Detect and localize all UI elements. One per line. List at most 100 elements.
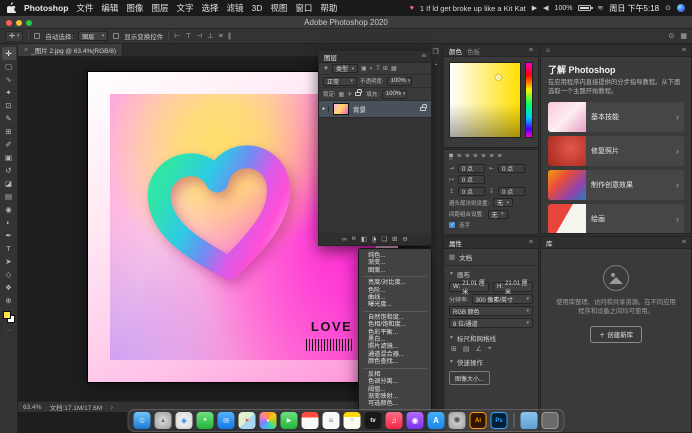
dock-icon-reminders[interactable] (322, 412, 340, 429)
menu-item-levels[interactable]: 色阶... (359, 287, 431, 294)
dock-icon-safari[interactable] (175, 412, 193, 429)
justify-last-center-button[interactable]: ≡ (481, 153, 485, 160)
apple-menu-icon[interactable] (6, 1, 17, 15)
menu-layer[interactable]: 图层 (151, 2, 168, 14)
menu-item-pattern[interactable]: 图案... (359, 267, 431, 274)
document-tab[interactable]: × _图片 2.jpg @ 63.4%(RGB/8) (18, 44, 124, 56)
current-tool-icon[interactable]: ✛ ▾ (5, 30, 24, 42)
hue-slider[interactable] (525, 62, 533, 138)
dock-icon-mail[interactable] (217, 412, 235, 429)
zoom-tool[interactable]: ⊕ (2, 294, 16, 307)
path-selection-tool[interactable]: ➤ (2, 255, 16, 268)
shape-tool[interactable]: ◇ (2, 268, 16, 281)
color-mode-dropdown[interactable]: RGB 颜色 (449, 306, 533, 316)
collapsed-panel-icon-2[interactable]: ◔ (433, 62, 437, 69)
auto-select-checkbox[interactable] (34, 33, 41, 39)
justify-all-button[interactable]: ≡ (498, 153, 502, 160)
dock-icon-system-preferences[interactable] (448, 412, 466, 429)
distribute-v-icon[interactable]: ∥ (228, 32, 232, 40)
color-swatches[interactable] (2, 311, 15, 323)
space-after-field[interactable]: 0 点 (498, 186, 526, 196)
canvas-width-field[interactable]: W: 21.01 厘米 (449, 281, 489, 296)
dock-icon-calendar[interactable] (301, 412, 319, 429)
dock-icon-app-store[interactable] (427, 412, 445, 429)
justify-last-right-button[interactable]: ≡ (489, 153, 493, 160)
show-transform-checkbox[interactable] (113, 33, 120, 39)
dock-icon-photoshop[interactable] (490, 412, 508, 429)
mojikumi-dropdown[interactable]: 无 (487, 209, 508, 219)
dock-icon-launchpad[interactable] (154, 412, 172, 429)
indent-left-field[interactable]: 0 点 (458, 163, 486, 173)
tab-color[interactable]: 颜色 (449, 46, 462, 56)
dock-icon-photos[interactable] (259, 412, 277, 429)
search-icon[interactable]: ⊙ (669, 32, 675, 40)
battery-icon[interactable] (578, 5, 594, 11)
link-layers-icon[interactable]: ∞ (342, 236, 347, 243)
menubar-app-name[interactable]: Photoshop (24, 3, 68, 13)
delete-layer-icon[interactable]: ⊖ (402, 235, 407, 243)
menu-item-brightness-contrast[interactable]: 亮度/对比度... (359, 279, 431, 286)
zoom-level[interactable]: 63.4% (23, 404, 41, 411)
align-left-button[interactable]: ≡ (449, 153, 454, 160)
tab-properties[interactable]: 属性 (449, 238, 462, 248)
dock-icon-illustrator[interactable] (469, 412, 487, 429)
panel-menu-icon[interactable]: ≡ (682, 47, 686, 54)
pen-tool[interactable]: ✒ (2, 229, 16, 242)
menu-item-photo-filter[interactable]: 照片滤镜... (359, 343, 431, 350)
tutorial-card-effects[interactable]: 制作创意效果 › (548, 169, 684, 200)
new-adjustment-layer-icon[interactable]: ◑ (372, 235, 377, 243)
menu-item-invert[interactable]: 反相 (359, 371, 431, 378)
menu-select[interactable]: 选择 (201, 2, 218, 14)
bit-depth-dropdown[interactable]: 8 位/通道 (449, 318, 533, 328)
filter-type-layers-icon[interactable]: T (376, 66, 380, 72)
menu-file[interactable]: 文件 (76, 2, 93, 14)
lock-all-icon[interactable] (355, 89, 362, 97)
panel-menu-icon[interactable]: ≡ (422, 53, 426, 60)
menu-window[interactable]: 窗口 (295, 2, 312, 14)
menu-help[interactable]: 帮助 (320, 2, 337, 14)
layer-name[interactable]: 背景 (353, 104, 416, 114)
dock-icon-facetime[interactable] (280, 412, 298, 429)
menu-type[interactable]: 文字 (176, 2, 193, 14)
resolution-dropdown[interactable]: 300 像素/英寸 (471, 294, 533, 304)
image-size-button[interactable]: 图像大小... (449, 371, 491, 385)
eraser-tool[interactable]: ◪ (2, 177, 16, 190)
kinsoku-dropdown[interactable]: 无 (493, 198, 514, 207)
layer-filter-dropdown[interactable]: 类型 (331, 64, 358, 73)
section-collapse-icon[interactable]: ▼ (449, 335, 454, 341)
menu-item-hue-saturation[interactable]: 色相/饱和度... (359, 321, 431, 328)
panel-menu-icon[interactable]: ≡ (682, 239, 686, 246)
tutorial-card-paint[interactable]: 绘画 › (548, 203, 684, 233)
dock-icon-maps[interactable] (238, 412, 256, 429)
foreground-color-swatch[interactable] (2, 311, 11, 319)
dock-icon-finder[interactable] (133, 412, 151, 429)
lock-position-icon[interactable]: ✛ (347, 91, 352, 98)
tab-layers[interactable]: 图层 (324, 52, 337, 62)
dock-icon-notes[interactable] (343, 412, 361, 429)
filter-smart-icon[interactable]: ▦ (391, 65, 397, 72)
magic-wand-tool[interactable]: ✦ (2, 86, 16, 99)
menubar-clock[interactable]: 周日 下午5:18 (609, 3, 659, 14)
snap-toggle-icon[interactable]: ⌖ (488, 345, 492, 353)
move-tool[interactable]: ✛ (1, 47, 16, 60)
layer-row-background[interactable]: ● 背景 (319, 101, 431, 118)
tutorial-card-retouch[interactable]: 修复照片 › (548, 135, 684, 166)
panel-menu-icon[interactable]: ≡ (529, 47, 533, 54)
hyphenate-checkbox[interactable] (449, 222, 455, 228)
play-icon[interactable]: ▶ (532, 4, 537, 12)
menu-edit[interactable]: 编辑 (101, 2, 118, 14)
layer-style-icon[interactable]: fx (352, 236, 356, 242)
volume-icon[interactable]: ◀ (543, 4, 548, 12)
menu-item-selective-color[interactable]: 可选颜色... (359, 400, 431, 407)
grid-toggle-icon[interactable]: ▤ (463, 345, 470, 353)
gradient-tool[interactable]: ▤ (2, 190, 16, 203)
home-icon[interactable]: ⌂ (546, 47, 550, 54)
dock-icon-trash[interactable] (541, 412, 559, 429)
fill-dropdown[interactable]: 100% (381, 89, 407, 99)
filter-pixel-icon[interactable]: ▣ (361, 65, 367, 72)
type-tool[interactable]: T (2, 242, 16, 255)
healing-brush-tool[interactable]: ⊞ (2, 125, 16, 138)
color-picker-field[interactable] (449, 62, 521, 138)
collapsed-panel-icon-1[interactable]: ❒ (432, 48, 438, 56)
menu-item-posterize[interactable]: 色调分离... (359, 378, 431, 385)
